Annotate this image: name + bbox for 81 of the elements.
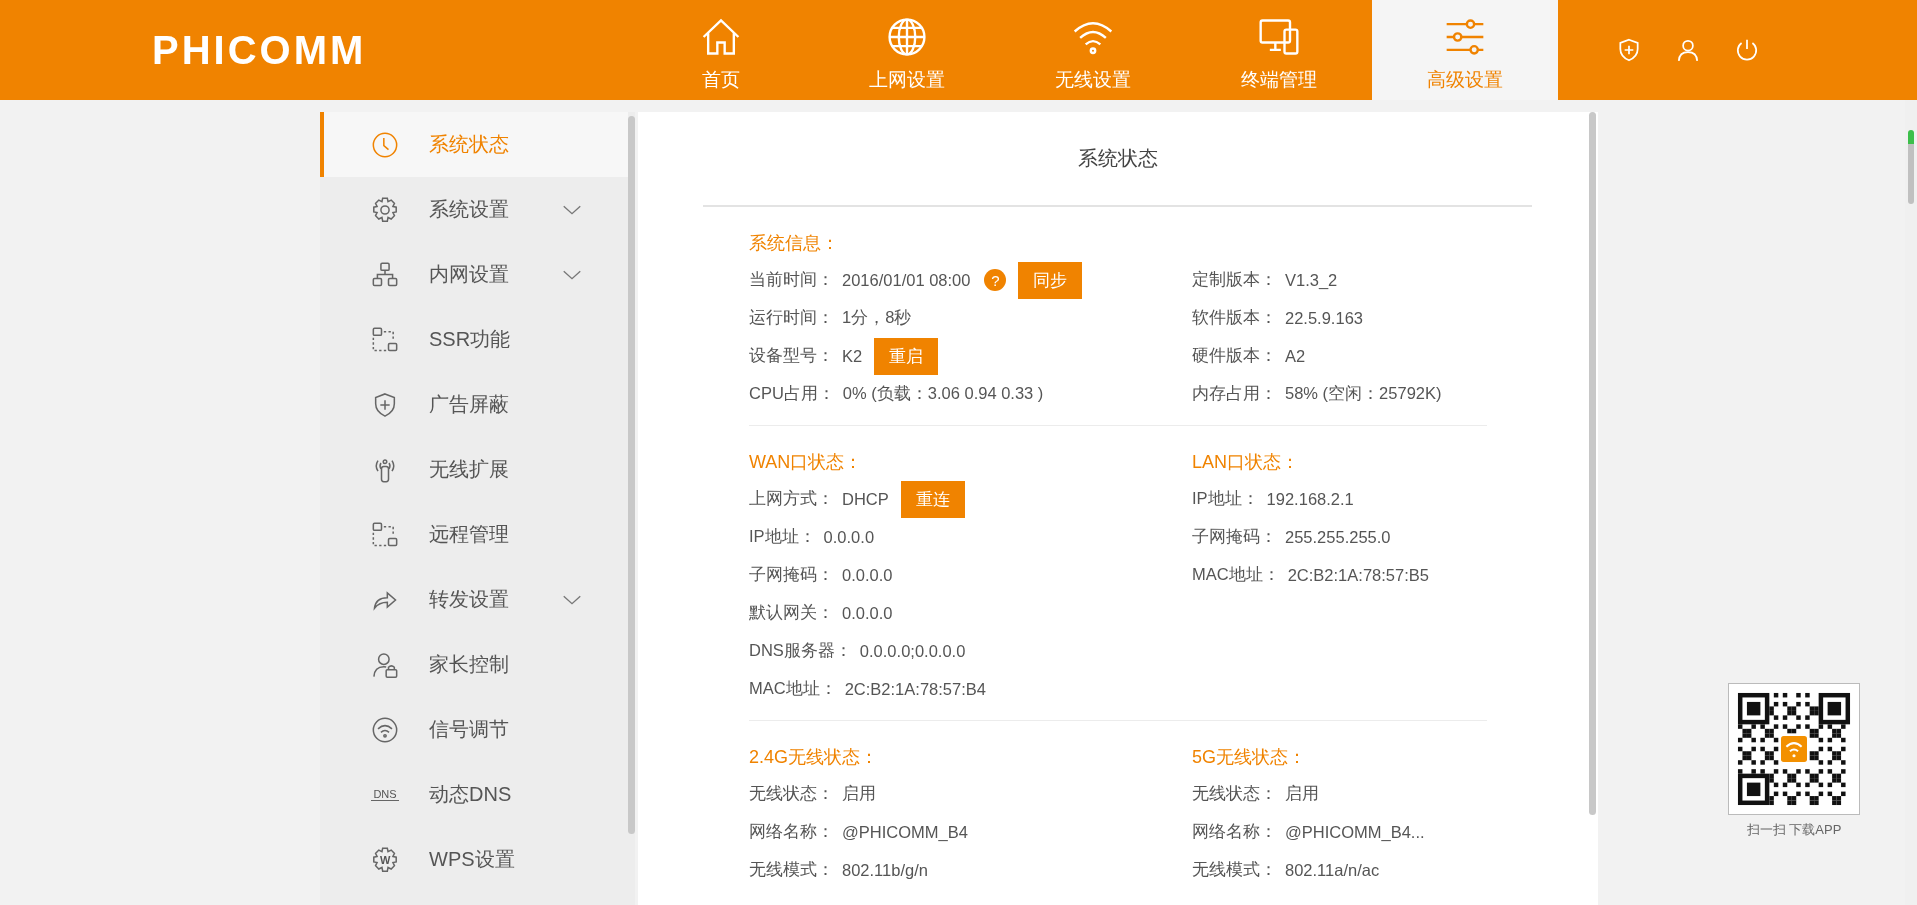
- field-label: 网络名称：: [749, 821, 834, 842]
- signal-icon: [371, 715, 399, 744]
- field-value: 0% (负载：3.06 0.94 0.33 ): [842, 383, 1044, 404]
- field-label: 运行时间：: [749, 307, 834, 328]
- field-value: A2: [1285, 346, 1306, 366]
- field-value: 1分，8秒: [842, 307, 912, 328]
- field-label: 无线状态：: [749, 783, 834, 804]
- section-heading: 5G无线状态：: [1192, 745, 1307, 769]
- power-icon[interactable]: [1734, 37, 1760, 63]
- page-title: 系统状态: [703, 112, 1532, 207]
- field-value: 0.0.0.0: [842, 603, 893, 623]
- sidebar-item[interactable]: 远程管理: [320, 502, 628, 567]
- field-value: 2C:B2:1A:78:57:B4: [844, 679, 986, 699]
- field-value: DHCP: [842, 489, 889, 509]
- field-value: 58% (空闲：25792K): [1285, 383, 1442, 404]
- field-value: 启用: [1285, 783, 1319, 804]
- field-label: CPU占用：: [749, 383, 835, 404]
- field-value: 802.11a/n/ac: [1285, 860, 1380, 880]
- field-label: 无线模式：: [749, 859, 834, 880]
- dashed-squares-icon: [371, 325, 399, 354]
- field-value: 192.168.2.1: [1266, 489, 1354, 509]
- section-heading: WAN口状态：: [749, 450, 864, 474]
- field-value: 0.0.0.0;0.0.0.0: [859, 641, 966, 661]
- network-icon: [371, 260, 399, 289]
- field-label: 默认网关：: [749, 602, 834, 623]
- field-label: 网络名称：: [1192, 821, 1277, 842]
- field-label: 定制版本：: [1192, 269, 1277, 290]
- sidebar-item[interactable]: DNS 动态DNS: [320, 762, 628, 827]
- scrollbar[interactable]: [628, 116, 635, 834]
- field-label: 无线状态：: [1192, 783, 1277, 804]
- field-value: 2016/01/01 08:00: [842, 270, 971, 290]
- field-label: IP地址：: [1192, 488, 1259, 509]
- globe-icon: [885, 15, 929, 59]
- shield-icon[interactable]: [1616, 37, 1642, 63]
- field-label: 软件版本：: [1192, 307, 1277, 328]
- field-value: @PHICOMM_B4: [842, 822, 968, 842]
- field-label: 当前时间：: [749, 269, 834, 290]
- icon-letter: W: [380, 852, 391, 867]
- field-label: 上网方式：: [749, 488, 834, 509]
- field-label: MAC地址：: [749, 678, 837, 699]
- field-value: 255.255.255.0: [1285, 527, 1391, 547]
- sidebar-item[interactable]: 广告屏蔽: [320, 372, 628, 437]
- field-value: 启用: [842, 783, 876, 804]
- logo: PHICOMM: [152, 27, 368, 73]
- sidebar-item[interactable]: 内网设置: [320, 242, 628, 307]
- scrollbar[interactable]: [1589, 112, 1596, 815]
- clock-icon: [371, 130, 399, 159]
- qr-caption: 扫一扫 下载APP: [1746, 821, 1842, 839]
- section-heading: 2.4G无线状态：: [749, 745, 880, 769]
- sidebar-item[interactable]: 系统设置: [320, 177, 628, 242]
- field-label: 内存占用：: [1192, 383, 1277, 404]
- sidebar-item[interactable]: 信号调节: [320, 697, 628, 762]
- field-value: 802.11b/g/n: [842, 860, 928, 880]
- field-value: 2C:B2:1A:78:57:B5: [1287, 565, 1429, 585]
- field-label: MAC地址：: [1192, 564, 1280, 585]
- section-heading: LAN口状态：: [1192, 450, 1300, 474]
- field-value: 22.5.9.163: [1285, 308, 1363, 328]
- section-heading: 系统信息：: [749, 231, 840, 255]
- sidebar-item[interactable]: W WPS设置: [320, 827, 628, 892]
- sidebar-item[interactable]: 家长控制: [320, 632, 628, 697]
- field-value: 0.0.0.0: [842, 565, 893, 585]
- field-label: IP地址：: [749, 526, 816, 547]
- gear-icon: [371, 845, 399, 874]
- field-value: V1.3_2: [1285, 270, 1338, 290]
- field-value: K2: [842, 346, 863, 366]
- sidebar-item[interactable]: 转发设置: [320, 567, 628, 632]
- dns-label: DNS: [371, 787, 399, 802]
- field-value: @PHICOMM_B4...: [1285, 822, 1425, 842]
- field-label: 子网掩码：: [749, 564, 834, 585]
- sidebar-item[interactable]: 无线扩展: [320, 437, 628, 502]
- field-label: 无线模式：: [1192, 859, 1277, 880]
- field-value: 0.0.0.0: [823, 527, 875, 547]
- user-icon[interactable]: [1675, 37, 1701, 63]
- dashed-squares-icon: [371, 520, 399, 549]
- user-lock-icon: [371, 650, 399, 679]
- gear-icon: [371, 195, 399, 224]
- field-label: DNS服务器：: [749, 640, 852, 661]
- field-label: 子网掩码：: [1192, 526, 1277, 547]
- field-label: 硬件版本：: [1192, 345, 1277, 366]
- sidebar-item[interactable]: SSR功能: [320, 307, 628, 372]
- field-label: 设备型号：: [749, 345, 834, 366]
